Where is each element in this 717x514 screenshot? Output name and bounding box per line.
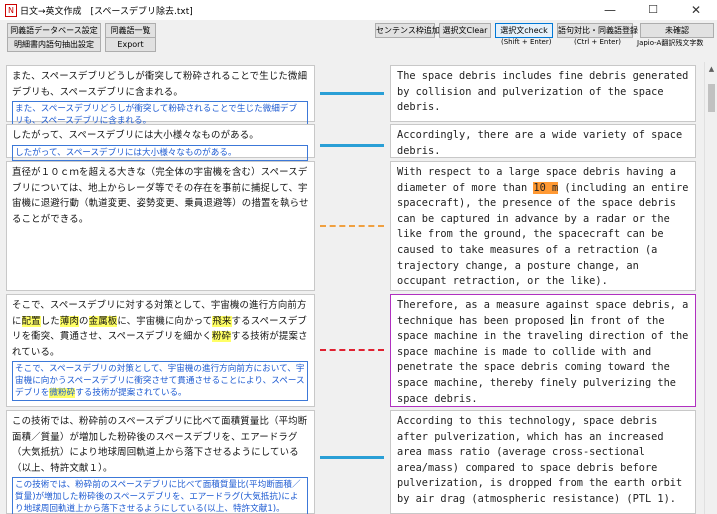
vertical-scrollbar[interactable]: ▲ (704, 62, 717, 514)
en-sentence-5[interactable]: According to this technology, space debr… (390, 410, 696, 514)
english-pane[interactable]: The space debris includes fine debris ge… (382, 62, 704, 514)
jp-source-text: そこで、スペースデブリに対する対策として、宇宙機の進行方向前方に配置した薄肉の金… (12, 300, 308, 358)
term-highlight: 配置 (21, 315, 41, 327)
alignment-link-ok (320, 144, 384, 147)
jp-sentence-3[interactable]: 直径が１０ｃｍを超える大きな（完全体の宇宙機を含む）スペースデブリについては、地… (6, 161, 315, 291)
alignment-links (320, 62, 384, 514)
compare-shortcut-hint: (Ctrl + Enter) (574, 38, 622, 46)
term-highlight: 金属板 (88, 315, 118, 327)
en-sentence-1[interactable]: The space debris includes fine debris ge… (390, 65, 696, 122)
en-sentence-3[interactable]: With respect to a large space debris hav… (390, 161, 696, 291)
app-icon: N (5, 4, 17, 17)
jp-source-text: したがって、スペースデブリには大小様々なものがある。 (12, 130, 259, 141)
term-highlight: 飛来 (212, 315, 232, 327)
jp-machine-check: この技術では、粉砕前のスペースデブリに比べて面積質量比(平均断面積／質量)が増加… (12, 477, 308, 514)
en-sentence-2[interactable]: Accordingly, there are a wide variety of… (390, 124, 696, 158)
unconfirmed-button[interactable]: 未確認 (640, 23, 714, 38)
close-button[interactable]: ✕ (675, 0, 717, 20)
alignment-link-ok (320, 92, 384, 95)
maximize-button[interactable]: ☐ (632, 0, 674, 20)
toolbar: 同義語データベース設定 同義語一覧 明細書内語句抽出設定 Export センテン… (0, 20, 717, 60)
term-db-settings-button[interactable]: 同義語データベース設定 (7, 23, 101, 38)
export-button[interactable]: Export (105, 37, 156, 52)
scroll-thumb[interactable] (708, 84, 715, 112)
app-window: N 日文→英文作成 [スペースデブリ除去.txt] — ☐ ✕ 同義語データベー… (0, 0, 717, 514)
jp-source-text: 直径が１０ｃｍを超える大きな（完全体の宇宙機を含む）スペースデブリについては、地… (12, 167, 309, 225)
term-list-button[interactable]: 同義語一覧 (105, 23, 156, 38)
window-title: 日文→英文作成 [スペースデブリ除去.txt] (20, 7, 193, 17)
jp-source-text: この技術では、粉砕前のスペースデブリに比べて面積質量比（平均断面積／質量）が増加… (12, 416, 308, 474)
check-shortcut-hint: (Shift + Enter) (501, 38, 552, 46)
title-bar: N 日文→英文作成 [スペースデブリ除去.txt] — ☐ ✕ (0, 0, 717, 20)
translation-counter-label: Japio-A翻訳残文字数 (637, 39, 704, 47)
check-selection-button[interactable]: 選択文check (495, 23, 553, 38)
jp-source-text: また、スペースデブリどうしが衝突して粉砕されることで生じた微細デブリも、スペース… (12, 71, 308, 98)
jp-machine-check: そこで、スペースデブリの対策として、宇宙機の進行方向前方において、宇宙機に向かう… (12, 361, 308, 401)
term-compare-button[interactable]: 語句対比・同義語登録 (557, 23, 638, 38)
add-sentence-frame-button[interactable]: センテンス枠追加 (375, 23, 440, 38)
jp-sentence-1[interactable]: また、スペースデブリどうしが衝突して粉砕されることで生じた微細デブリも、スペース… (6, 65, 315, 129)
term-highlight: 薄肉 (59, 315, 80, 327)
scroll-up-icon[interactable]: ▲ (705, 62, 717, 76)
japanese-pane[interactable]: また、スペースデブリどうしが衝突して粉砕されることで生じた微細デブリも、スペース… (0, 62, 322, 514)
term-highlight: 粉砕 (211, 331, 232, 342)
alignment-link-warning (320, 225, 384, 227)
jp-sentence-5[interactable]: この技術では、粉砕前のスペースデブリに比べて面積質量比（平均断面積／質量）が増加… (6, 410, 315, 514)
alignment-link-error (320, 349, 384, 351)
clear-selection-button[interactable]: 選択文Clear (439, 23, 491, 38)
en-sentence-4-selected[interactable]: Therefore, as a measure against space de… (390, 294, 696, 407)
extract-settings-button[interactable]: 明細書内語句抽出設定 (7, 37, 101, 52)
jp-sentence-2[interactable]: したがって、スペースデブリには大小様々なものがある。 したがって、スペースデブリ… (6, 124, 315, 161)
term-highlight: 微粉砕 (49, 388, 76, 398)
number-mismatch-highlight: 10 m (533, 181, 559, 194)
jp-sentence-4[interactable]: そこで、スペースデブリに対する対策として、宇宙機の進行方向前方に配置した薄肉の金… (6, 294, 315, 407)
jp-machine-check: したがって、スペースデブリには大小様々なものがある。 (12, 144, 308, 161)
minimize-button[interactable]: — (589, 0, 631, 20)
alignment-link-ok (320, 456, 384, 459)
